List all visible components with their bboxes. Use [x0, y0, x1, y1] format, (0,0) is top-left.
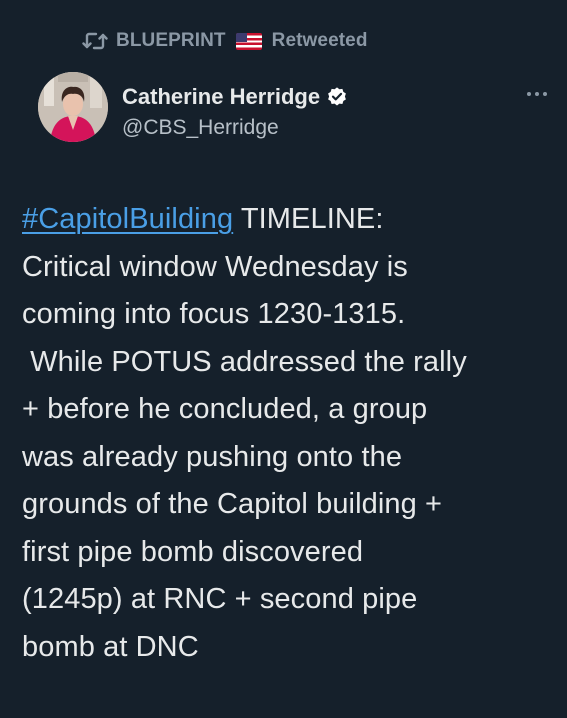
retweet-label: Retweeted: [271, 30, 368, 51]
more-options-icon[interactable]: [527, 92, 547, 96]
retweet-account-name[interactable]: BLUEPRINT: [116, 30, 226, 52]
avatar[interactable]: [38, 72, 108, 142]
tweet-card[interactable]: BLUEPRINT Retweeted Catherine Herridge @…: [0, 0, 567, 718]
author-display-name[interactable]: Catherine Herridge: [122, 84, 320, 110]
tweet-text: #CapitolBuilding TIMELINE: Critical wind…: [22, 196, 552, 671]
retweet-icon: [82, 30, 108, 52]
author-handle[interactable]: @CBS_Herridge: [122, 116, 279, 140]
retweet-header: BLUEPRINT Retweeted: [82, 28, 368, 54]
verified-badge-icon: [326, 86, 348, 108]
hashtag-link[interactable]: #CapitolBuilding: [22, 203, 233, 235]
us-flag-icon: [235, 32, 262, 50]
author-name-row[interactable]: Catherine Herridge: [122, 84, 348, 110]
tweet-body: TIMELINE: Critical window Wednesday is c…: [22, 203, 467, 663]
